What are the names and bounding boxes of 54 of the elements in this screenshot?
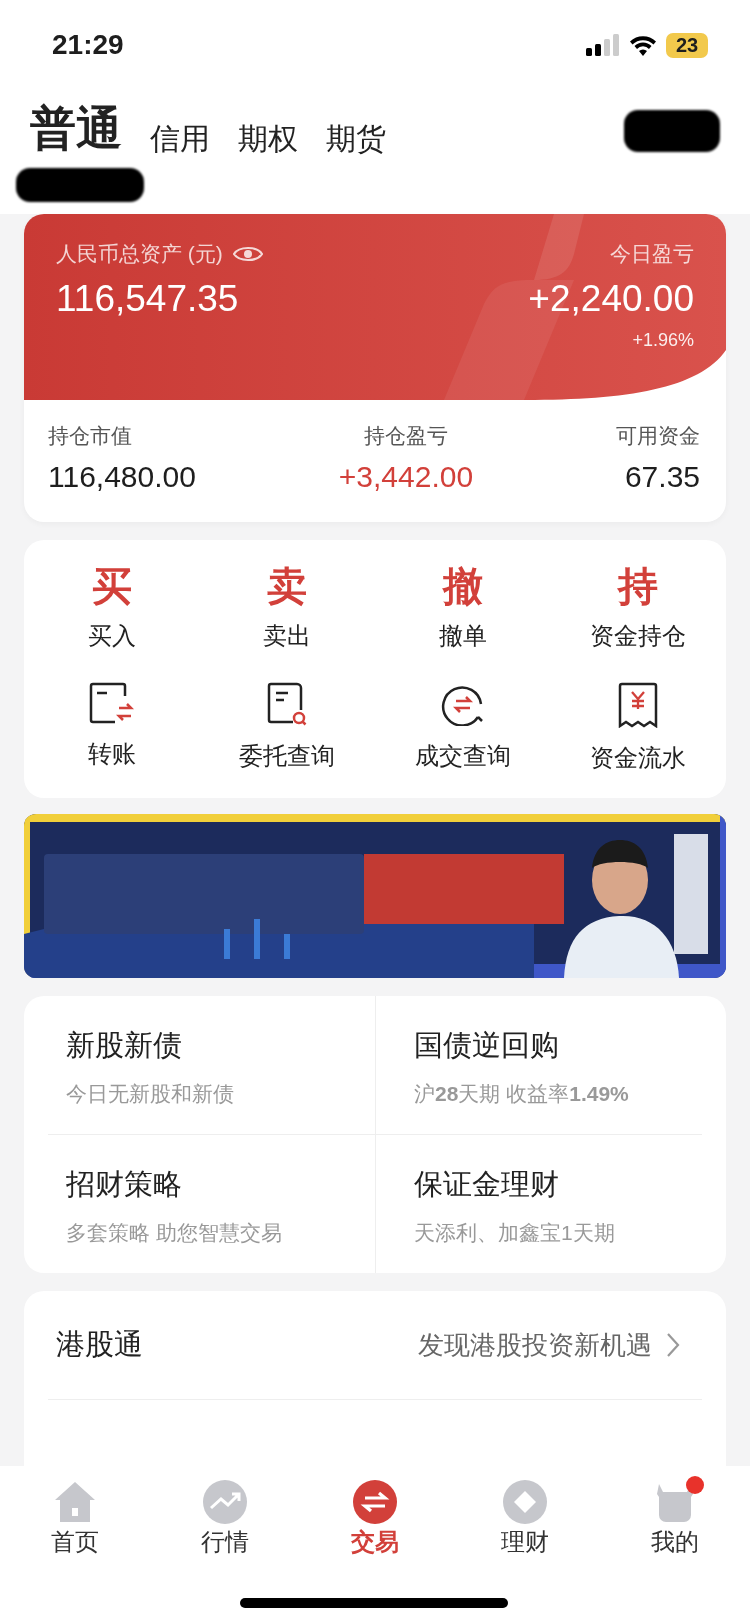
action-label[interactable]: 卖出 xyxy=(263,620,312,652)
total-assets-label: 人民币总资产 (元) xyxy=(56,241,223,267)
tool-label[interactable]: 成交查询 xyxy=(414,740,511,772)
nav-tab[interactable]: 首页 xyxy=(51,1526,99,1558)
action-glyph[interactable]: 持 xyxy=(618,560,659,612)
wifi-icon xyxy=(628,34,658,56)
stat-label: 持仓盈亏 xyxy=(363,423,448,449)
action-glyph[interactable]: 撤 xyxy=(442,560,483,612)
tool-label[interactable]: 委托查询 xyxy=(239,740,336,772)
hk-connect-title[interactable]: 港股通 xyxy=(56,1325,143,1365)
account-tab[interactable]: 期货 xyxy=(312,119,400,160)
trend-icon xyxy=(203,1480,247,1524)
home-icon xyxy=(53,1480,97,1524)
signal-icon xyxy=(586,34,620,56)
chevron-right-icon[interactable] xyxy=(666,1332,680,1358)
stat-value: 116,480.00 xyxy=(48,460,196,494)
service-title[interactable]: 新股新债 xyxy=(66,1026,375,1066)
nav-tab[interactable]: 我的 xyxy=(651,1526,699,1558)
receipt-icon xyxy=(618,682,659,728)
transfer-icon xyxy=(88,682,135,724)
action-label[interactable]: 买入 xyxy=(87,620,136,652)
service-title[interactable]: 国债逆回购 xyxy=(414,1026,702,1066)
nav-tab[interactable]: 交易 xyxy=(351,1526,399,1558)
service-subtitle: 多套策略 助您智慧交易 xyxy=(66,1220,283,1246)
document-search-icon xyxy=(267,682,308,726)
hk-connect-link[interactable]: 发现港股投资新机遇 xyxy=(418,1327,652,1363)
account-tab[interactable]: 普通 xyxy=(30,98,136,160)
service-title[interactable]: 招财策略 xyxy=(66,1165,375,1205)
service-subtitle: 天添利、加鑫宝1天期 xyxy=(414,1220,616,1246)
stat-value: +3,442.00 xyxy=(338,460,474,494)
account-tab[interactable]: 期权 xyxy=(224,119,312,160)
total-assets-value: 116,547.35 xyxy=(56,278,240,320)
daily-pnl-value: +2,240.00 xyxy=(528,278,694,320)
exchange-icon xyxy=(353,1480,397,1524)
status-time: 21:29 xyxy=(52,29,124,61)
account-tab[interactable]: 信用 xyxy=(136,119,224,160)
eye-icon[interactable] xyxy=(232,244,263,264)
action-label[interactable]: 撤单 xyxy=(438,620,487,652)
action-label[interactable]: 资金持仓 xyxy=(590,620,687,652)
service-title[interactable]: 保证金理财 xyxy=(414,1165,702,1205)
daily-pnl-percent: +1.96% xyxy=(632,330,694,351)
tool-label[interactable]: 资金流水 xyxy=(590,742,687,774)
nav-tab[interactable]: 理财 xyxy=(501,1526,549,1558)
nav-tab[interactable]: 行情 xyxy=(201,1526,249,1558)
tool-label[interactable]: 转账 xyxy=(87,738,136,770)
stat-label: 可用资金 xyxy=(616,423,700,449)
action-glyph[interactable]: 卖 xyxy=(267,560,308,612)
stat-label: 持仓市值 xyxy=(48,423,133,449)
service-subtitle: 沪28天期 收益率1.49% xyxy=(414,1081,630,1107)
service-subtitle: 今日无新股和新债 xyxy=(66,1081,235,1107)
stat-value: 67.35 xyxy=(624,460,700,494)
battery-level: 23 xyxy=(666,32,708,58)
daily-pnl-label: 今日盈亏 xyxy=(610,241,694,267)
action-glyph[interactable]: 买 xyxy=(91,560,132,612)
